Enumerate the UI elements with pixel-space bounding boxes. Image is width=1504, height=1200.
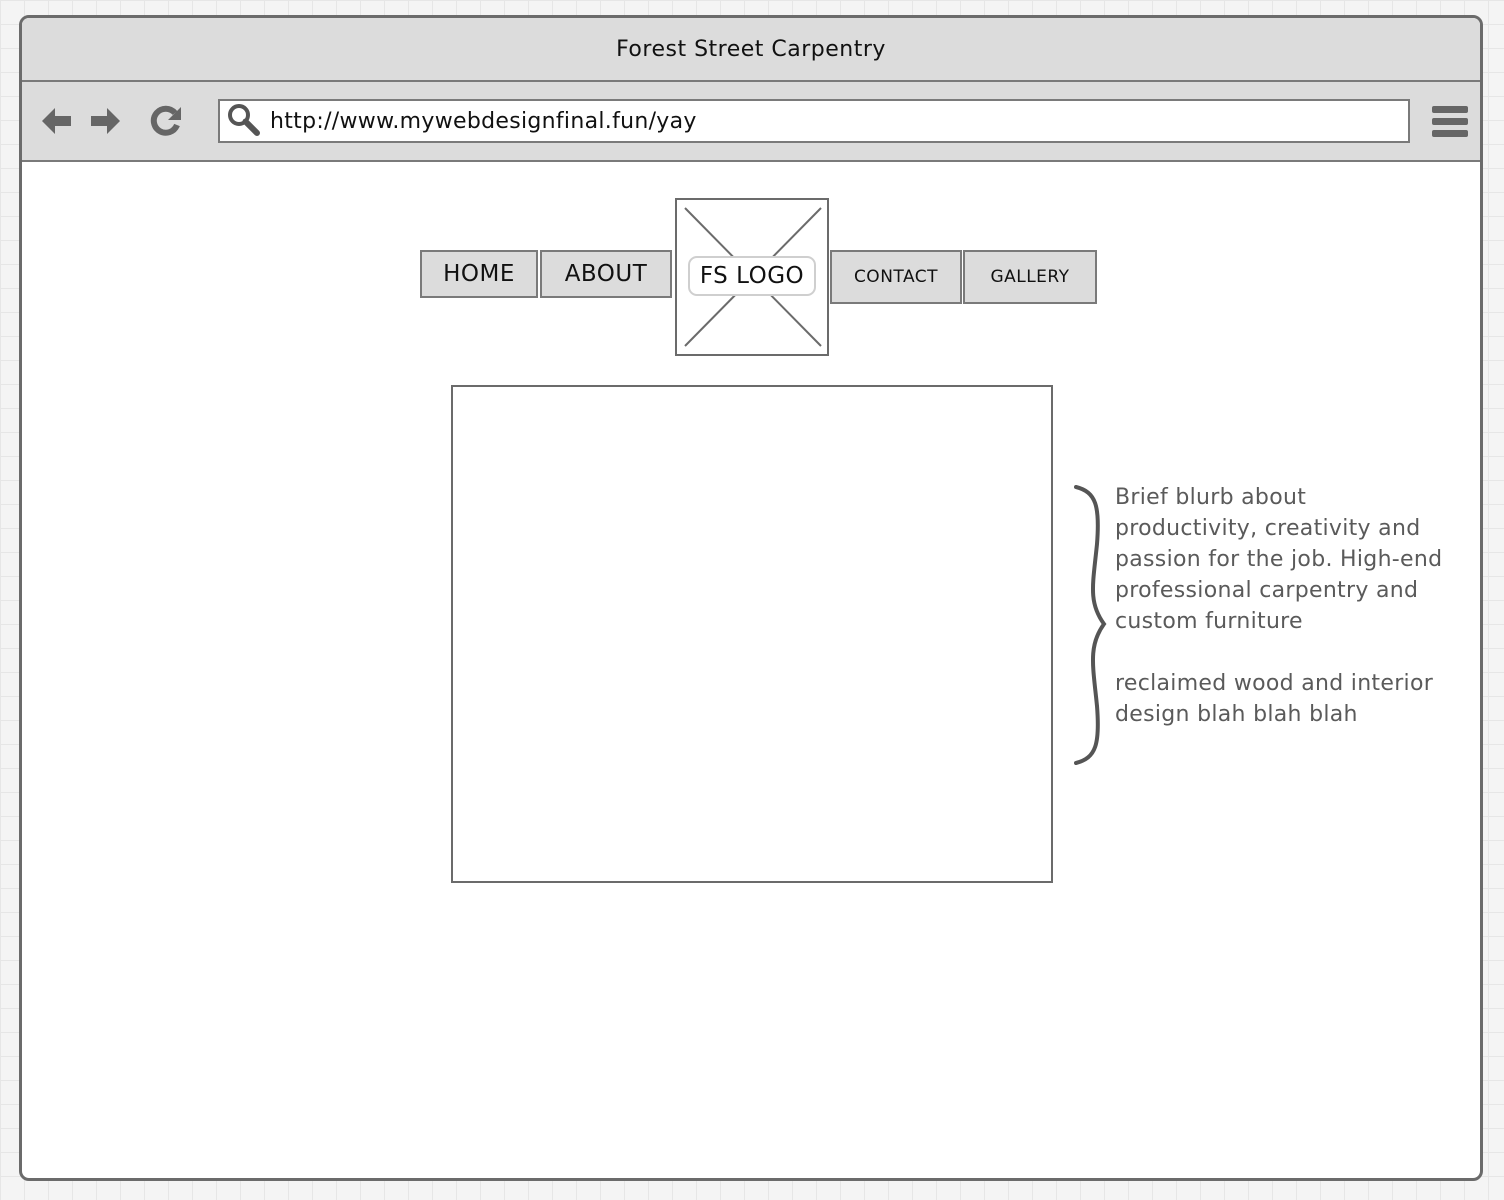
address-bar[interactable]: http://www.mywebdesignfinal.fun/yay xyxy=(218,99,1410,143)
browser-window: Forest Street Carpentry http://www.myweb… xyxy=(19,15,1483,1181)
reload-icon[interactable] xyxy=(148,104,184,142)
window-title: Forest Street Carpentry xyxy=(616,36,886,62)
curly-brace-annotation xyxy=(1074,484,1110,770)
arrow-left-icon[interactable] xyxy=(38,104,74,142)
nav-contact-button[interactable]: CONTACT xyxy=(830,250,962,304)
main-image-placeholder xyxy=(451,385,1053,883)
hamburger-menu-icon[interactable] xyxy=(1432,104,1468,142)
page-content: HOME ABOUT FS LOGO CONTACT GALLERY Brief… xyxy=(22,162,1480,1178)
browser-toolbar: http://www.mywebdesignfinal.fun/yay xyxy=(22,82,1480,162)
nav-about-button[interactable]: ABOUT xyxy=(540,250,672,298)
arrow-right-icon[interactable] xyxy=(88,104,124,142)
blurb-annotation: Brief blurb about productivity, creativi… xyxy=(1115,482,1455,730)
blurb-paragraph-1: Brief blurb about productivity, creativi… xyxy=(1115,485,1443,634)
blurb-paragraph-2: reclaimed wood and interior design blah … xyxy=(1115,671,1434,727)
nav-gallery-button[interactable]: GALLERY xyxy=(963,250,1097,304)
logo-placeholder[interactable]: FS LOGO xyxy=(675,198,829,356)
logo-label: FS LOGO xyxy=(688,256,816,296)
url-text[interactable]: http://www.mywebdesignfinal.fun/yay xyxy=(270,109,697,134)
window-title-bar: Forest Street Carpentry xyxy=(22,18,1480,82)
nav-home-button[interactable]: HOME xyxy=(420,250,538,298)
search-icon xyxy=(220,102,260,140)
